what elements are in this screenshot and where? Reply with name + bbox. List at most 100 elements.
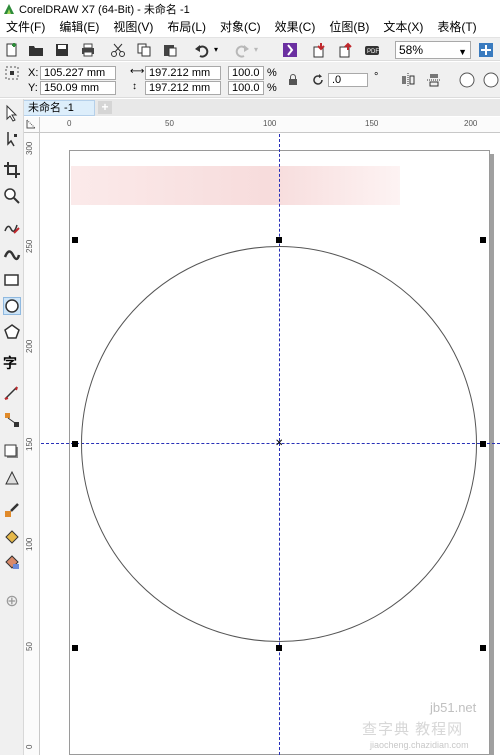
ruler-left-label: 0 <box>25 744 34 749</box>
redo-icon[interactable] <box>234 42 250 58</box>
interactive-fill-tool-icon[interactable] <box>3 527 21 545</box>
zoom-level-select[interactable]: 58% ▼ <box>395 41 471 59</box>
watermark-title: 查字典 教程网 <box>362 721 464 738</box>
scale-x-field[interactable]: 100.0 <box>228 66 264 80</box>
undo-dropdown-icon[interactable]: ▾ <box>214 45 230 61</box>
document-tab[interactable]: 未命名 -1 <box>23 100 95 116</box>
drop-shadow-tool-icon[interactable] <box>3 443 21 461</box>
add-document-button[interactable]: + <box>98 101 112 114</box>
ruler-top-label: 200 <box>464 119 478 128</box>
property-bar: X: 105.227 mm Y: 150.09 mm ⟷ 197.212 mm … <box>0 62 500 98</box>
new-icon[interactable] <box>4 42 20 58</box>
transparency-tool-icon[interactable] <box>3 469 21 487</box>
cut-icon[interactable] <box>110 42 126 58</box>
import-icon[interactable] <box>312 42 328 58</box>
lock-ratio-icon[interactable] <box>285 72 301 88</box>
width-icon: ⟷ <box>130 66 145 77</box>
mirror-vertical-icon[interactable] <box>426 72 442 88</box>
zoom-level-value: 58% <box>399 43 424 57</box>
menu-file[interactable]: 文件(F) <box>6 18 45 35</box>
degree-symbol: ° <box>374 71 379 83</box>
scale-y-field[interactable]: 100.0 <box>228 81 264 95</box>
x-position-field[interactable]: 105.227 mm <box>40 66 116 80</box>
mirror-horizontal-icon[interactable] <box>400 72 416 88</box>
rotate-icon <box>310 72 326 88</box>
menu-edit[interactable]: 编辑(E) <box>59 18 99 35</box>
selection-handle-middle-left[interactable] <box>72 441 78 447</box>
height-field[interactable]: 197.212 mm <box>145 81 221 95</box>
ellipse-mode-icon[interactable] <box>458 71 475 88</box>
menu-bitmaps[interactable]: 位图(B) <box>329 18 369 35</box>
text-tool-icon[interactable]: 字 <box>3 353 21 371</box>
y-position-field[interactable]: 150.09 mm <box>40 81 116 95</box>
menu-layout[interactable]: 布局(L) <box>167 18 206 35</box>
watermark: jb51.net 查字典 教程网 jiaocheng.chazidian.com <box>362 688 500 755</box>
save-icon[interactable] <box>54 42 70 58</box>
ruler-left-label: 100 <box>25 537 34 551</box>
menu-text[interactable]: 文本(X) <box>383 18 423 35</box>
print-icon[interactable] <box>80 42 96 58</box>
paste-icon[interactable] <box>162 42 178 58</box>
freehand-tool-icon[interactable] <box>3 219 21 237</box>
polygon-tool-icon[interactable] <box>3 323 21 341</box>
vertical-ruler[interactable]: 300 250 200 150 100 50 0 <box>24 133 40 755</box>
horizontal-ruler[interactable]: 0 50 100 150 200 <box>24 117 500 133</box>
artistic-media-tool-icon[interactable] <box>3 245 21 263</box>
menu-table[interactable]: 表格(T) <box>437 18 476 35</box>
add-tool-icon[interactable]: ⊕ <box>3 593 21 611</box>
ruler-top-label: 50 <box>165 119 174 128</box>
open-icon[interactable] <box>28 42 44 58</box>
height-icon: ↕ <box>132 81 137 92</box>
connector-tool-icon[interactable] <box>3 411 21 429</box>
width-field[interactable]: 197.212 mm <box>145 66 221 80</box>
selection-handle-bottom-left[interactable] <box>72 645 78 651</box>
selection-handle-top-left[interactable] <box>72 237 78 243</box>
toolbox: 字 ⊕ <box>0 99 24 755</box>
ruler-left-label: 300 <box>25 141 34 155</box>
pie-mode-icon[interactable] <box>482 71 499 88</box>
menu-object[interactable]: 对象(C) <box>220 18 261 35</box>
ellipse-tool-icon[interactable] <box>3 297 21 315</box>
rotation-angle-field[interactable]: .0 <box>328 73 368 87</box>
dimension-tool-icon[interactable] <box>3 385 21 403</box>
shape-tool-icon[interactable] <box>3 130 21 148</box>
ruler-left-label: 250 <box>25 239 34 253</box>
publish-pdf-icon[interactable]: PDF <box>364 42 380 58</box>
app-launcher-icon[interactable] <box>478 42 494 58</box>
export-icon[interactable] <box>338 42 354 58</box>
scale-x-percent: % <box>267 67 277 79</box>
zoom-tool-icon[interactable] <box>3 187 21 205</box>
drawing-canvas[interactable]: ✕ <box>41 134 500 755</box>
copy-icon[interactable] <box>136 42 152 58</box>
crop-tool-icon[interactable] <box>3 161 21 179</box>
ruler-origin-corner[interactable] <box>24 117 40 133</box>
redo-dropdown-icon[interactable]: ▾ <box>254 45 270 61</box>
undo-icon[interactable] <box>194 42 210 58</box>
ruler-top-label: 0 <box>67 119 72 128</box>
selection-handle-top-center[interactable] <box>276 237 282 243</box>
color-eyedropper-tool-icon[interactable] <box>3 501 21 519</box>
header-banner-shape[interactable] <box>71 166 400 205</box>
document-tab-strip: 未命名 -1 + <box>0 99 500 116</box>
menu-bar: 文件(F) 编辑(E) 视图(V) 布局(L) 对象(C) 效果(C) 位图(B… <box>0 17 500 36</box>
menu-effects[interactable]: 效果(C) <box>275 18 316 35</box>
selection-handle-bottom-right[interactable] <box>480 645 486 651</box>
ruler-left-label: 50 <box>25 642 34 651</box>
scale-y-percent: % <box>267 82 277 94</box>
smart-fill-tool-icon[interactable] <box>3 553 21 571</box>
ruler-top-label: 150 <box>365 119 379 128</box>
ruler-left-label: 150 <box>25 437 34 451</box>
ruler-left-label: 200 <box>25 339 34 353</box>
object-origin-icon[interactable] <box>4 65 20 81</box>
selection-handle-middle-right[interactable] <box>480 441 486 447</box>
window-title: CorelDRAW X7 (64-Bit) - 未命名 -1 <box>19 3 190 16</box>
rectangle-tool-icon[interactable] <box>3 271 21 289</box>
selection-handle-bottom-center[interactable] <box>276 645 282 651</box>
pick-tool-icon[interactable] <box>3 104 21 122</box>
title-bar: CorelDRAW X7 (64-Bit) - 未命名 -1 <box>0 0 500 17</box>
standard-toolbar: ▾ ▾ PDF 58% ▼ <box>0 37 500 61</box>
search-content-icon[interactable] <box>282 42 298 58</box>
center-point-icon: ✕ <box>275 438 284 449</box>
selection-handle-top-right[interactable] <box>480 237 486 243</box>
menu-view[interactable]: 视图(V) <box>113 18 153 35</box>
